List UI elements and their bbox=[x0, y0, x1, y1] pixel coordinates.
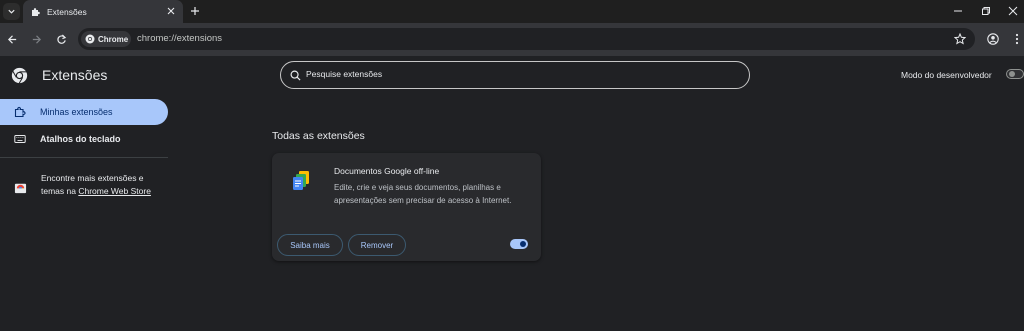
chrome-logo-icon bbox=[11, 67, 28, 84]
plus-icon bbox=[191, 7, 199, 15]
chevron-down-icon bbox=[8, 9, 15, 14]
keyboard-icon bbox=[14, 135, 26, 143]
web-store-icon bbox=[14, 183, 27, 194]
arrow-right-icon bbox=[32, 34, 41, 44]
more-vert-icon bbox=[1015, 33, 1019, 45]
section-title: Todas as extensões bbox=[272, 130, 365, 142]
forward-button[interactable] bbox=[28, 31, 44, 47]
search-box[interactable] bbox=[280, 61, 750, 89]
extensions-page: Extensões Modo do desenvolvedor Minhas e… bbox=[0, 56, 1024, 331]
window-close-button[interactable] bbox=[1005, 3, 1021, 19]
extension-name: Documentos Google off-line bbox=[334, 166, 440, 176]
google-docs-offline-icon bbox=[293, 171, 309, 190]
new-tab-button[interactable] bbox=[188, 4, 202, 18]
sidebar-divider bbox=[0, 157, 168, 158]
chrome-icon bbox=[85, 34, 95, 44]
tab-title: Extensões bbox=[47, 6, 87, 17]
sidebar-item-my-extensions[interactable]: Minhas extensões bbox=[0, 99, 168, 125]
details-button[interactable]: Saiba mais bbox=[277, 234, 343, 256]
minimize-button[interactable] bbox=[950, 3, 966, 19]
webstore-text: Encontre mais extensões e temas na Chrom… bbox=[41, 172, 164, 198]
chrome-web-store-link[interactable]: Chrome Web Store bbox=[78, 186, 151, 196]
developer-mode-label: Modo do desenvolvedor bbox=[901, 70, 992, 80]
puzzle-icon bbox=[14, 106, 26, 118]
sidebar-item-label: Atalhos do teclado bbox=[40, 134, 121, 144]
address-bar[interactable]: Chrome chrome://extensions bbox=[78, 28, 975, 50]
profile-button[interactable] bbox=[985, 31, 1001, 47]
back-button[interactable] bbox=[4, 31, 20, 47]
close-icon[interactable] bbox=[165, 5, 177, 17]
toggle-knob bbox=[1009, 71, 1015, 77]
sidebar-webstore-promo: Encontre mais extensões e temas na Chrom… bbox=[14, 172, 164, 198]
search-input[interactable] bbox=[306, 69, 726, 79]
reload-icon bbox=[56, 34, 66, 44]
remove-button[interactable]: Remover bbox=[348, 234, 406, 256]
profile-icon bbox=[987, 33, 999, 45]
site-chip[interactable]: Chrome bbox=[81, 31, 131, 47]
menu-button[interactable] bbox=[1009, 31, 1024, 47]
puzzle-icon bbox=[32, 7, 40, 16]
developer-mode-toggle[interactable] bbox=[1006, 69, 1024, 79]
close-icon bbox=[1008, 6, 1018, 16]
page-title: Extensões bbox=[42, 67, 108, 83]
arrow-left-icon bbox=[7, 34, 16, 44]
search-icon bbox=[290, 70, 301, 81]
url-text[interactable]: chrome://extensions bbox=[137, 33, 222, 44]
minimize-icon bbox=[954, 10, 962, 12]
extension-enabled-toggle[interactable] bbox=[510, 239, 528, 249]
site-chip-label: Chrome bbox=[98, 34, 129, 44]
tab-extensions[interactable]: Extensões bbox=[23, 0, 183, 23]
toggle-knob bbox=[520, 241, 526, 247]
sidebar-item-label: Minhas extensões bbox=[40, 107, 113, 117]
extension-card: Documentos Google off-line Edite, crie e… bbox=[272, 153, 541, 261]
browser-toolbar: Chrome chrome://extensions bbox=[0, 23, 1024, 56]
tab-search-button[interactable] bbox=[3, 3, 20, 20]
restore-button[interactable] bbox=[978, 3, 994, 19]
bookmark-star-icon[interactable] bbox=[952, 31, 968, 47]
reload-button[interactable] bbox=[53, 31, 69, 47]
restore-icon bbox=[982, 7, 990, 15]
extension-description: Edite, crie e veja seus documentos, plan… bbox=[334, 183, 512, 205]
tab-strip: Extensões bbox=[0, 0, 1024, 23]
sidebar-item-keyboard-shortcuts[interactable]: Atalhos do teclado bbox=[0, 126, 168, 152]
